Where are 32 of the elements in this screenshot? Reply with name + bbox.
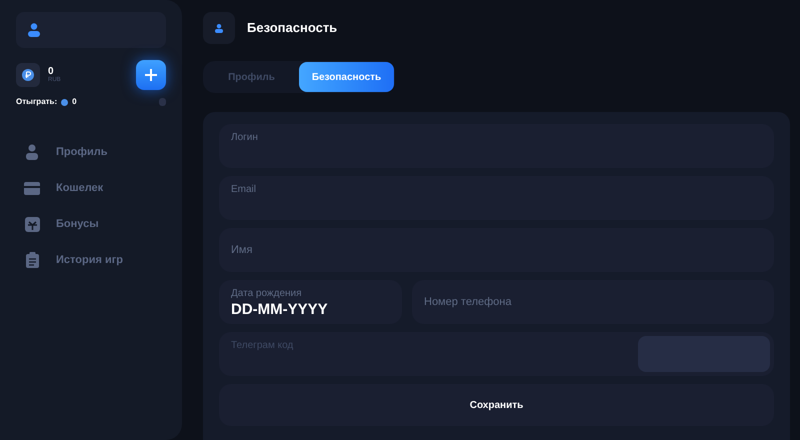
- input-field[interactable]: Дата рождения DD-MM-YYYY: [219, 280, 402, 324]
- sidebar-item[interactable]: Бонусы: [24, 216, 166, 232]
- field-label: Логин: [231, 131, 259, 145]
- input-field[interactable]: Имя: [219, 228, 774, 272]
- tab[interactable]: Профиль: [204, 62, 299, 92]
- field-label: Дата рождения: [231, 287, 303, 301]
- sidebar-item[interactable]: Кошелек: [24, 180, 166, 196]
- field-value: DD-MM-YYYY: [231, 301, 329, 320]
- wager-amount: 0: [72, 96, 77, 108]
- save-button[interactable]: Сохранить: [219, 384, 774, 426]
- deposit-button[interactable]: [136, 60, 166, 90]
- coin-icon: [61, 98, 68, 106]
- input-field[interactable]: Логин: [219, 124, 774, 168]
- user-icon: [25, 144, 39, 160]
- user-icon: [215, 24, 223, 32]
- telegram-button[interactable]: [638, 336, 770, 372]
- sidebar-item[interactable]: Профиль: [24, 144, 166, 160]
- wager-label: Отыграть:: [16, 96, 58, 108]
- field-label: Email: [231, 183, 258, 197]
- balance-amount: 0: [48, 67, 54, 77]
- input-field[interactable]: Номер телефона: [412, 280, 774, 324]
- input-field[interactable]: Email: [219, 176, 774, 220]
- sidebar-item[interactable]: История игр: [24, 252, 166, 268]
- clipboard-icon: [26, 252, 38, 268]
- ruble-coin-icon: [22, 69, 34, 81]
- gift-icon: [24, 216, 40, 232]
- card-icon: [24, 182, 40, 194]
- page-title: Безопасность: [247, 19, 338, 38]
- user-card[interactable]: [16, 12, 166, 48]
- tab[interactable]: Безопасность: [299, 62, 394, 92]
- plus-icon: [145, 69, 157, 81]
- user-icon: [28, 23, 40, 37]
